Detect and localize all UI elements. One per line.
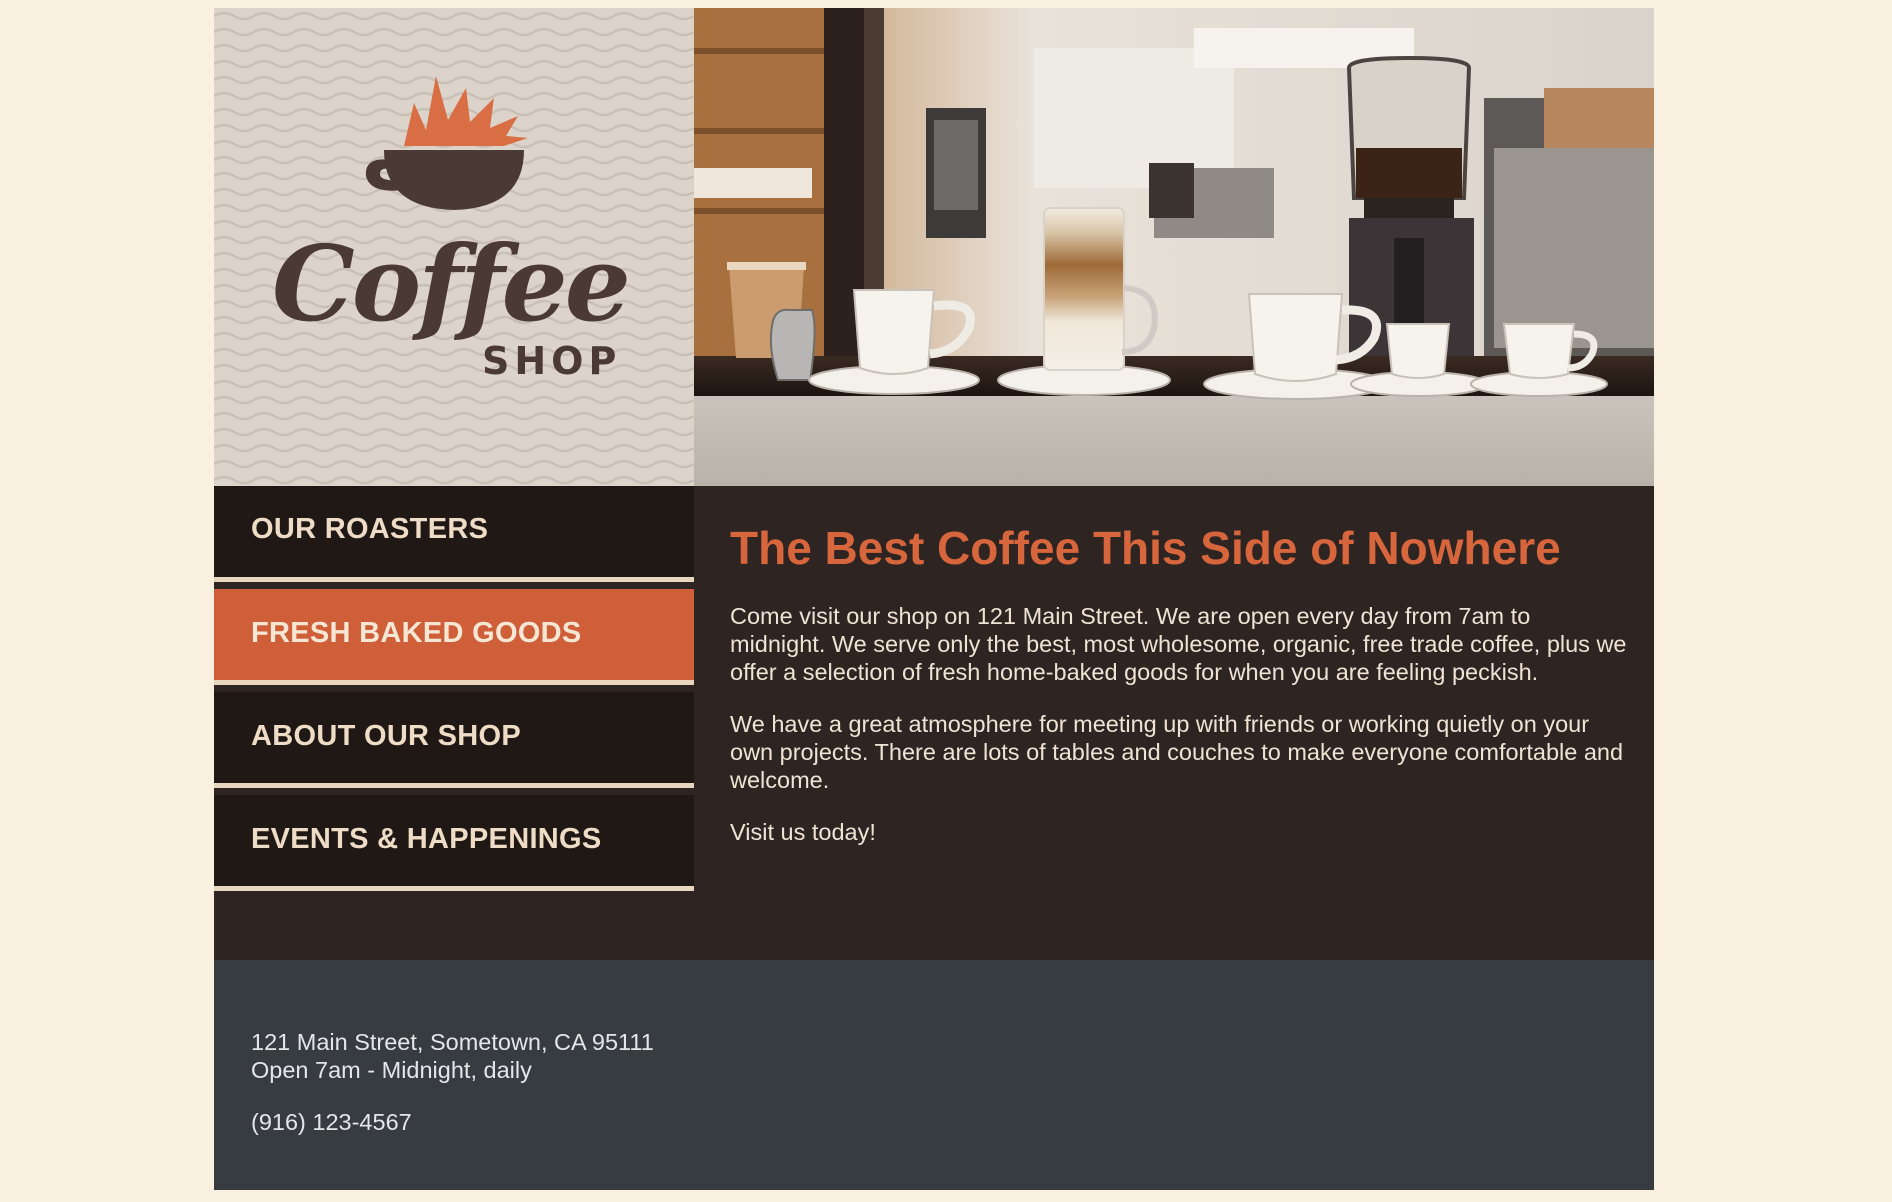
nav-item-label: ABOUT OUR SHOP — [251, 720, 522, 752]
nav-item-label: OUR ROASTERS — [251, 513, 489, 545]
footer-hours: Open 7am - Midnight, daily — [251, 1057, 532, 1083]
logo-word: Coffee — [272, 222, 628, 345]
nav-item-fresh-baked-goods[interactable]: FRESH BAKED GOODS — [214, 589, 694, 685]
page-title: The Best Coffee This Side of Nowhere — [730, 522, 1561, 574]
atmosphere-paragraph: We have a great atmosphere for meeting u… — [730, 711, 1624, 793]
logo-subtitle: SHOP — [482, 339, 621, 383]
main-content: The Best Coffee This Side of Nowhere Com… — [730, 520, 1630, 870]
footer-phone: (916) 123-4567 — [251, 1109, 412, 1135]
main-nav: OUR ROASTERS FRESH BAKED GOODS ABOUT OUR… — [214, 486, 694, 898]
cafe-counter-photo — [694, 8, 1654, 486]
call-to-action-text: Visit us today! — [730, 819, 876, 845]
nav-item-label: FRESH BAKED GOODS — [251, 617, 582, 649]
logo-graphic: Coffee SHOP — [214, 8, 694, 486]
logo[interactable]: Coffee SHOP — [214, 8, 694, 486]
hero-photo — [694, 8, 1654, 486]
nav-item-events-happenings[interactable]: EVENTS & HAPPENINGS — [214, 795, 694, 891]
footer: 121 Main Street, Sometown, CA 95111 Open… — [214, 960, 1654, 1190]
contact-info: 121 Main Street, Sometown, CA 95111 Open… — [251, 1028, 654, 1136]
intro-paragraph: Come visit our shop on 121 Main Street. … — [730, 603, 1627, 685]
nav-item-label: EVENTS & HAPPENINGS — [251, 823, 602, 855]
nav-item-our-roasters[interactable]: OUR ROASTERS — [214, 486, 694, 582]
footer-address: 121 Main Street, Sometown, CA 95111 — [251, 1029, 654, 1055]
nav-item-about-our-shop[interactable]: ABOUT OUR SHOP — [214, 692, 694, 788]
page-container: Coffee SHOP OUR ROASTERS FRESH BAKED GOO… — [214, 8, 1654, 1190]
